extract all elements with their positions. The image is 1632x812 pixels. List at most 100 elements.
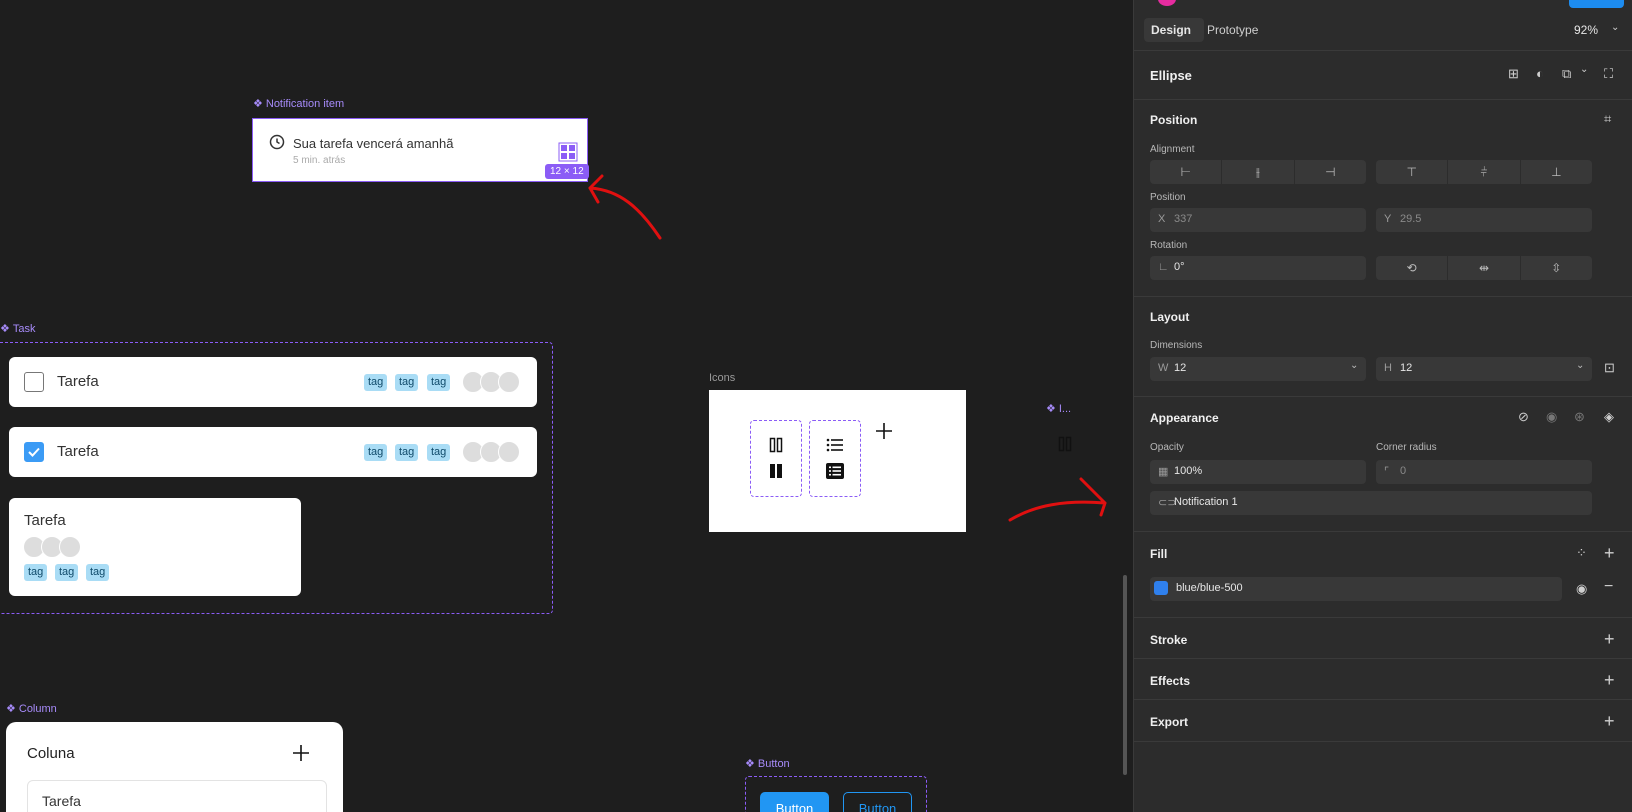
list-filled-icon	[826, 463, 844, 479]
boolean-icon[interactable]: ⧉	[1562, 66, 1571, 82]
chevron-down-icon[interactable]: ⌄	[1576, 360, 1584, 371]
flip-vertical-icon[interactable]: ⇳	[1521, 256, 1592, 280]
style-icon[interactable]: ⊘	[1518, 409, 1529, 425]
pause-outline-icon[interactable]	[1057, 436, 1073, 452]
opacity-input[interactable]: ▦ 100%	[1150, 460, 1366, 484]
width-input[interactable]: W 12 ⌄	[1150, 357, 1366, 381]
opacity-label: Opacity	[1150, 442, 1184, 453]
icon-component-label[interactable]: ❖ I...	[1046, 402, 1071, 415]
appearance-section-title: Appearance	[1150, 411, 1219, 425]
rotate-icon[interactable]: ⟲	[1376, 256, 1449, 280]
task-card-vertical[interactable]: Tarefa tag tag tag	[9, 498, 301, 596]
list-outline-icon	[826, 438, 843, 452]
fill-section-title: Fill	[1150, 547, 1168, 561]
design-canvas[interactable]: ❖ Notification item Sua tarefa vencerá am…	[0, 0, 1133, 812]
checkbox-unchecked[interactable]	[24, 372, 44, 392]
secondary-button[interactable]: Button	[843, 792, 912, 812]
column-title: Coluna	[27, 745, 75, 762]
contrast-icon[interactable]: ◐	[1536, 66, 1544, 81]
primary-button[interactable]: Button	[760, 792, 829, 812]
export-section-title: Export	[1150, 715, 1189, 729]
button-frame-label[interactable]: ❖ Button	[745, 757, 790, 770]
divider	[1134, 296, 1632, 297]
divider	[1134, 699, 1632, 700]
divider	[1134, 531, 1632, 532]
fill-color-row[interactable]: blue/blue-500	[1150, 577, 1562, 601]
column-task-title: Tarefa	[42, 793, 81, 809]
drop-icon[interactable]: ◈	[1604, 409, 1614, 425]
rotation-input[interactable]: ∟ 0°	[1150, 256, 1366, 280]
avatar[interactable]	[1158, 0, 1176, 6]
tag: tag	[427, 374, 451, 391]
divider	[1134, 658, 1632, 659]
remove-fill-icon[interactable]: −	[1604, 578, 1613, 596]
chevron-down-icon[interactable]: ⌄	[1611, 22, 1619, 33]
align-center-h-icon[interactable]: ⫲	[1222, 160, 1295, 184]
tag: tag	[24, 564, 48, 581]
checkbox-checked[interactable]	[24, 442, 44, 462]
add-task-button[interactable]	[292, 744, 310, 762]
share-button[interactable]	[1569, 0, 1624, 8]
selected-ellipse-icon[interactable]	[558, 142, 578, 162]
constraints-icon[interactable]: ⊡	[1604, 360, 1615, 376]
eye-icon[interactable]: ◉	[1546, 409, 1557, 425]
icons-frame[interactable]	[709, 390, 966, 532]
align-top-icon[interactable]: ⊤	[1376, 160, 1449, 184]
icons-frame-label[interactable]: Icons	[709, 372, 735, 384]
properties-panel: Design Prototype 92% ⌄ Ellipse ⊞ ◐ ⧉ ⌄ ⛶…	[1133, 0, 1632, 812]
tag: tag	[55, 564, 79, 581]
frame-selection-icon[interactable]: ⌗	[1604, 111, 1611, 127]
add-effect-icon[interactable]: +	[1604, 671, 1615, 689]
tab-design-label: Design	[1151, 23, 1192, 37]
align-right-icon[interactable]: ⊣	[1295, 160, 1366, 184]
annotation-arrow-icon	[588, 174, 662, 240]
task-card[interactable]: Tarefa tag tag tag	[9, 357, 537, 407]
align-left-icon[interactable]: ⊢	[1150, 160, 1223, 184]
column-frame-label[interactable]: ❖ Column	[6, 702, 57, 715]
horizontal-alignment[interactable]: ⊢ ⫲ ⊣	[1150, 160, 1366, 184]
layer-name[interactable]: Ellipse	[1150, 68, 1192, 83]
styles-grid-icon[interactable]: ⁘	[1576, 545, 1587, 561]
variable-mode-select[interactable]: ⊂⊃ Notification 1	[1150, 491, 1592, 515]
alignment-label: Alignment	[1150, 144, 1195, 155]
pause-filled-icon	[770, 464, 782, 478]
chevron-down-icon[interactable]: ⌄	[1350, 360, 1358, 371]
task-title: Tarefa	[24, 512, 66, 529]
add-export-icon[interactable]: +	[1604, 712, 1615, 730]
notification-frame-label[interactable]: ❖ Notification item	[253, 97, 344, 110]
pause-icon-set[interactable]	[750, 420, 802, 497]
plus-icon	[876, 423, 892, 439]
zoom-level[interactable]: 92%	[1574, 23, 1598, 37]
divider	[1134, 50, 1632, 51]
task-card[interactable]: Tarefa tag tag tag	[9, 427, 537, 477]
transform-controls[interactable]: ⟲ ⇹ ⇳	[1376, 256, 1592, 280]
vertical-alignment[interactable]: ⊤ ⫩ ⊥	[1376, 160, 1592, 184]
add-stroke-icon[interactable]: +	[1604, 630, 1615, 648]
divider	[1134, 99, 1632, 100]
task-frame-label[interactable]: ❖ Task	[0, 322, 36, 335]
position-label: Position	[1150, 192, 1186, 203]
corner-radius-input[interactable]: ⌜ 0	[1376, 460, 1592, 484]
height-input[interactable]: H 12 ⌄	[1376, 357, 1592, 381]
flip-horizontal-icon[interactable]: ⇹	[1448, 256, 1521, 280]
add-fill-icon[interactable]: +	[1604, 544, 1615, 562]
column-card[interactable]: Coluna Tarefa	[6, 722, 343, 812]
align-bottom-icon[interactable]: ⊥	[1521, 160, 1592, 184]
list-icon-set[interactable]	[809, 420, 861, 497]
align-center-v-icon[interactable]: ⫩	[1448, 160, 1521, 184]
resize-icon[interactable]: ⛶	[1604, 66, 1613, 82]
canvas-scrollbar[interactable]	[1123, 575, 1127, 775]
task-title: Tarefa	[57, 373, 99, 390]
eye-icon[interactable]: ◉	[1576, 581, 1587, 597]
y-position-input[interactable]: Y 29.5	[1376, 208, 1592, 232]
tab-prototype[interactable]: Prototype	[1207, 23, 1258, 37]
avatar	[59, 536, 81, 558]
opacity-icon: ▦	[1158, 466, 1169, 478]
notification-item[interactable]: Sua tarefa vencerá amanhã 5 min. atrás	[252, 118, 588, 182]
blend-icon[interactable]: ⊛	[1574, 409, 1585, 425]
tag: tag	[86, 564, 110, 581]
fill-swatch[interactable]	[1154, 581, 1168, 595]
chevron-down-icon[interactable]: ⌄	[1580, 64, 1588, 75]
grid-icon[interactable]: ⊞	[1508, 66, 1519, 82]
x-position-input[interactable]: X 337	[1150, 208, 1366, 232]
